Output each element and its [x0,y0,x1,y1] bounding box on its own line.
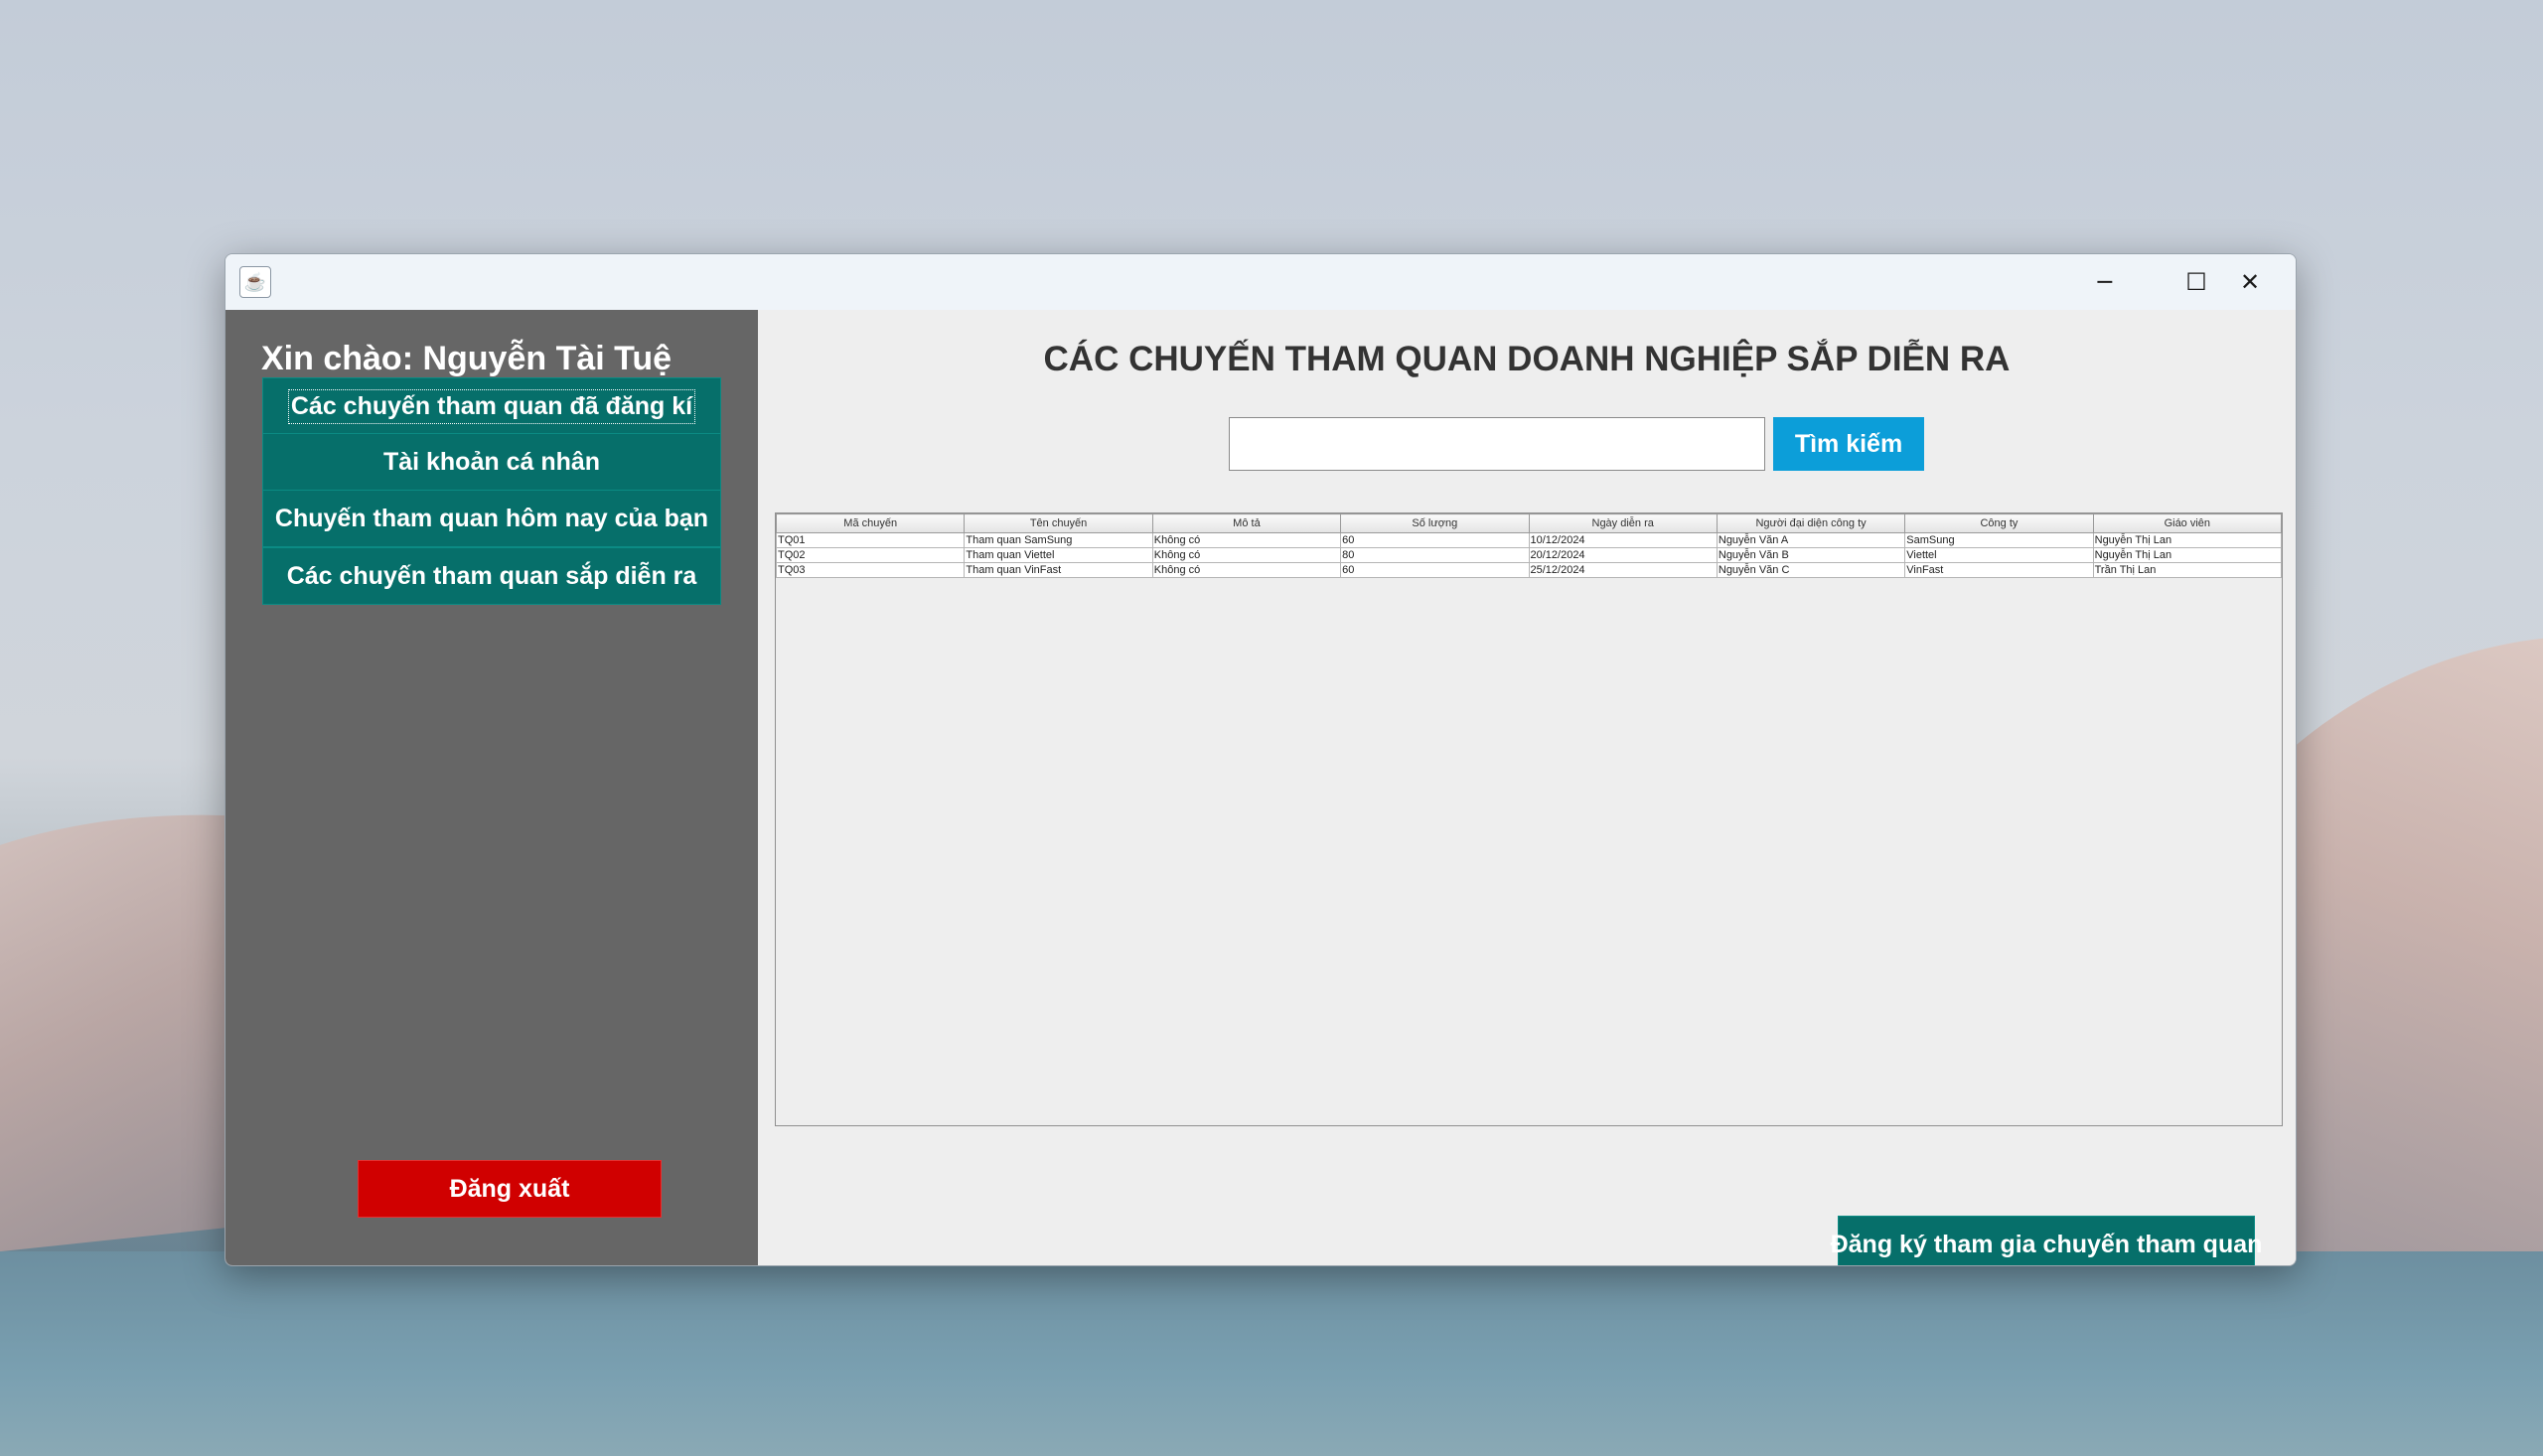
table-cell: Trần Thị Lan [2092,562,2283,578]
table-cell: Nguyễn Văn C [1716,562,1906,578]
table-cell: TQ02 [775,547,966,563]
page-title: CÁC CHUYẾN THAM QUAN DOANH NGHIỆP SẮP DI… [1043,340,2011,378]
table-cell: 60 [1340,532,1530,548]
search-input[interactable] [1229,417,1765,471]
registered-trips-label: Các chuyến tham quan đã đăng kí [287,388,696,424]
table-cell: Nguyễn Văn B [1716,547,1906,563]
table-cell: 80 [1340,547,1530,563]
table-cell: Tham quan SamSung [964,532,1153,548]
table-cell: VinFast [1904,562,2094,578]
trips-table-container[interactable]: Mã chuyến Tên chuyến Mô tả Số lượng Ngày… [775,512,2283,1126]
table-cell: Không có [1151,532,1342,548]
column-header-date[interactable]: Ngày diễn ra [1528,513,1718,533]
logout-button[interactable]: Đăng xuất [358,1160,662,1218]
column-header-quantity[interactable]: Số lượng [1340,513,1530,533]
today-trips-label: Chuyến tham quan hôm nay của bạn [274,504,709,532]
sidebar: Xin chào: Nguyễn Tài Tuệ Các chuyến tham… [225,310,758,1265]
table-cell: Tham quan VinFast [964,562,1153,578]
main-content: CÁC CHUYẾN THAM QUAN DOANH NGHIỆP SẮP DI… [758,310,2296,1265]
search-button[interactable]: Tìm kiếm [1773,417,1924,471]
upcoming-trips-button[interactable]: Các chuyến tham quan sắp diễn ra [262,547,721,605]
title-bar[interactable]: ☕ ─ ☐ ✕ [225,254,2296,310]
column-header-company-rep[interactable]: Người đại diện công ty [1716,513,1906,533]
table-cell: Không có [1151,562,1342,578]
table-row[interactable]: TQ02 Tham quan Viettel Không có 80 20/12… [775,547,2283,563]
table-cell: Nguyễn Văn A [1716,532,1906,548]
table-cell: Không có [1151,547,1342,563]
table-cell: TQ01 [775,532,966,548]
app-window: ☕ ─ ☐ ✕ Xin chào: Nguyễn Tài Tuệ Các chu… [224,253,2297,1266]
table-cell: SamSung [1904,532,2094,548]
column-header-description[interactable]: Mô tả [1151,513,1342,533]
upcoming-trips-label: Các chuyến tham quan sắp diễn ra [286,561,697,590]
register-trip-button[interactable]: Đăng ký tham gia chuyến tham quan [1831,1216,2262,1265]
greeting-text: Xin chào: Nguyễn Tài Tuệ [261,340,673,377]
personal-account-button[interactable]: Tài khoản cá nhân [262,433,721,491]
java-cup-icon[interactable]: ☕ [239,266,271,298]
table-row[interactable]: TQ01 Tham quan SamSung Không có 60 10/12… [775,532,2283,548]
table-cell: TQ03 [775,562,966,578]
table-cell: 10/12/2024 [1528,532,1718,548]
column-header-teacher[interactable]: Giáo viên [2092,513,2283,533]
wallpaper-water [0,1251,2543,1456]
table-cell: 20/12/2024 [1528,547,1718,563]
column-header-trip-code[interactable]: Mã chuyến [775,513,966,533]
table-cell: Viettel [1904,547,2094,563]
today-trips-button[interactable]: Chuyến tham quan hôm nay của bạn [262,490,721,547]
column-header-trip-name[interactable]: Tên chuyến [964,513,1153,533]
table-cell: Tham quan Viettel [964,547,1153,563]
minimize-icon[interactable]: ─ [2059,254,2151,310]
personal-account-label: Tài khoản cá nhân [382,447,601,476]
trips-table: Mã chuyến Tên chuyến Mô tả Số lượng Ngày… [775,513,2283,578]
close-icon[interactable]: ✕ [2204,254,2296,310]
table-cell: 25/12/2024 [1528,562,1718,578]
table-cell: 60 [1340,562,1530,578]
table-header-row: Mã chuyến Tên chuyến Mô tả Số lượng Ngày… [775,513,2283,533]
table-row[interactable]: TQ03 Tham quan VinFast Không có 60 25/12… [775,562,2283,578]
column-header-company[interactable]: Công ty [1904,513,2094,533]
table-cell: Nguyễn Thị Lan [2092,547,2283,563]
table-cell: Nguyễn Thị Lan [2092,532,2283,548]
desktop-wallpaper: ☕ ─ ☐ ✕ Xin chào: Nguyễn Tài Tuệ Các chu… [0,0,2543,1456]
registered-trips-button[interactable]: Các chuyến tham quan đã đăng kí [262,377,721,435]
